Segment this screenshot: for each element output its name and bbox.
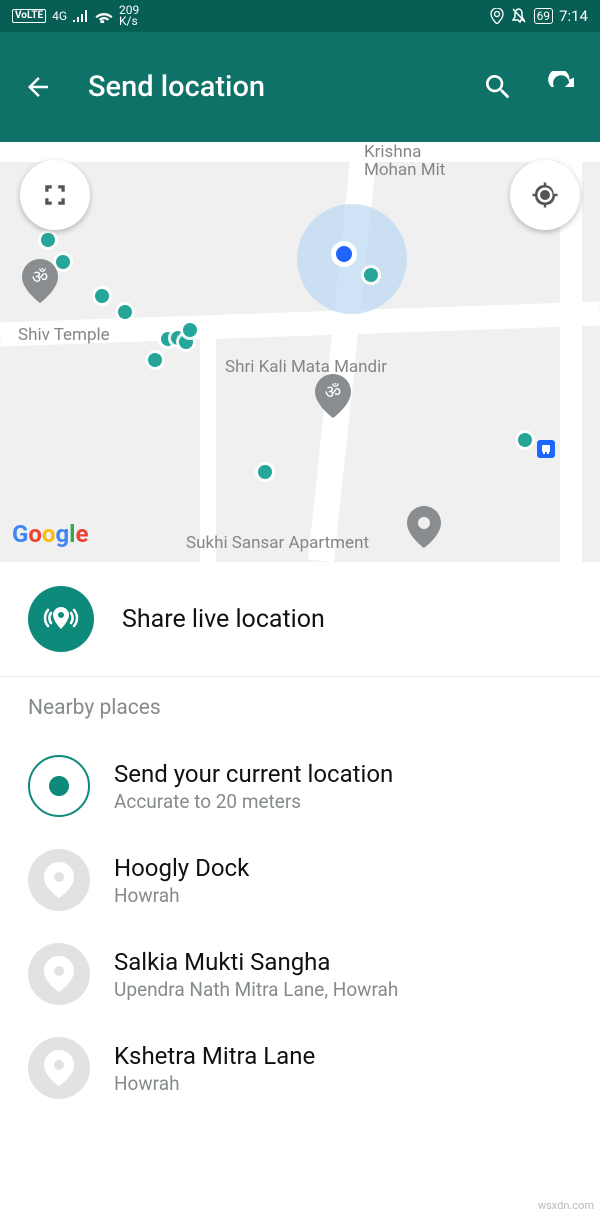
nearby-place-row[interactable]: Hoogly Dock Howrah (0, 833, 600, 927)
map-pin[interactable] (518, 433, 532, 447)
current-location-title: Send your current location (114, 760, 393, 788)
map-pin[interactable] (95, 289, 109, 303)
search-icon (482, 71, 514, 103)
map-label: Sukhi Sansar Apartment (186, 533, 369, 553)
status-left: VoLTE 4G 209 K/s (12, 5, 139, 27)
battery-icon: 69 (534, 8, 554, 24)
om-pin-icon: ॐ (315, 374, 351, 418)
accuracy-circle (297, 204, 407, 314)
my-location-icon (530, 180, 560, 210)
volte-icon: VoLTE (12, 9, 46, 23)
poi-pin[interactable] (407, 506, 441, 552)
svg-text:ॐ: ॐ (32, 267, 48, 288)
map-view[interactable]: ॐ ॐ Shiv Temple Shri Kali Mata Mandir Su… (0, 142, 600, 562)
fullscreen-button[interactable] (20, 160, 90, 230)
map-pin[interactable] (148, 353, 162, 367)
share-live-label: Share live location (122, 605, 325, 634)
poi-pin[interactable]: ॐ (315, 374, 351, 422)
search-button[interactable] (478, 67, 518, 107)
nearby-place-row[interactable]: Salkia Mukti Sangha Upendra Nath Mitra L… (0, 927, 600, 1021)
poi-pin[interactable]: ॐ (22, 259, 58, 307)
my-location-button[interactable] (510, 160, 580, 230)
map-label: Krishna Mohan Mit (364, 143, 445, 179)
place-title: Salkia Mukti Sangha (114, 948, 398, 976)
fullscreen-icon (42, 182, 68, 208)
wifi-icon (95, 9, 113, 23)
signal-icon (73, 10, 89, 22)
share-live-location-button[interactable]: Share live location (0, 562, 600, 677)
map-pin[interactable] (258, 465, 272, 479)
google-logo: Google (12, 520, 89, 548)
status-time: 7:14 (559, 7, 588, 25)
map-pin[interactable] (183, 323, 197, 337)
net-type: 4G (52, 9, 67, 23)
bus-stop-icon[interactable] (537, 440, 555, 458)
app-bar: Send location (0, 32, 600, 142)
watermark: wsxdn.com (538, 1199, 594, 1212)
place-pin-icon (28, 849, 90, 911)
my-location-dot (336, 246, 352, 262)
place-sub: Howrah (114, 1072, 315, 1095)
map-label: Shri Kali Mata Mandir (225, 357, 387, 377)
map-label: Shiv Temple (18, 325, 110, 345)
svg-text:ॐ: ॐ (325, 382, 341, 403)
map-pin[interactable] (179, 335, 193, 349)
refresh-button[interactable] (542, 67, 582, 107)
location-icon (490, 8, 504, 24)
send-current-location-button[interactable]: Send your current location Accurate to 2… (0, 739, 600, 833)
arrow-back-icon (23, 72, 53, 102)
place-title: Hoogly Dock (114, 854, 249, 882)
map-pin[interactable] (364, 268, 378, 282)
current-location-icon (28, 755, 90, 817)
current-location-accuracy: Accurate to 20 meters (114, 790, 393, 813)
back-button[interactable] (18, 67, 58, 107)
map-tiles (0, 142, 600, 562)
page-title: Send location (88, 70, 478, 104)
nearby-place-row[interactable]: Kshetra Mitra Lane Howrah (0, 1021, 600, 1115)
nearby-places-header: Nearby places (0, 677, 600, 739)
mute-icon (510, 7, 528, 25)
place-sub: Upendra Nath Mitra Lane, Howrah (114, 978, 398, 1001)
share-live-icon (28, 586, 94, 652)
net-speed: 209 K/s (119, 5, 139, 27)
place-pin-icon (28, 1037, 90, 1099)
place-title: Kshetra Mitra Lane (114, 1042, 315, 1070)
map-pin[interactable] (41, 233, 55, 247)
status-right: 69 7:14 (490, 7, 588, 25)
status-bar: VoLTE 4G 209 K/s 69 7:14 (0, 0, 600, 32)
place-sub: Howrah (114, 884, 249, 907)
map-pin[interactable] (118, 305, 132, 319)
om-pin-icon: ॐ (22, 259, 58, 303)
pin-icon (407, 506, 441, 548)
map-pin[interactable] (56, 255, 70, 269)
refresh-icon (546, 71, 578, 103)
place-pin-icon (28, 943, 90, 1005)
